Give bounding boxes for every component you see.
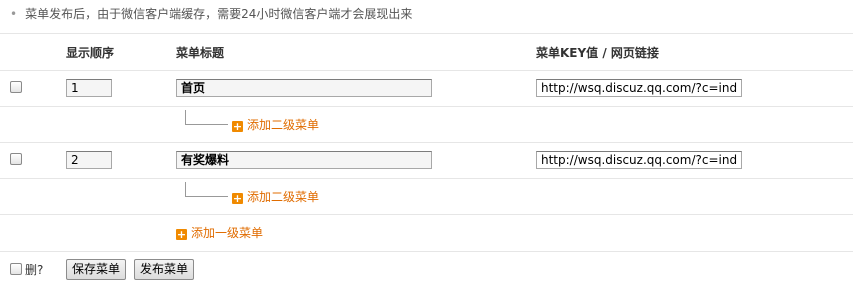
- add-top-menu-link[interactable]: + 添加一级菜单: [176, 226, 263, 240]
- plus-icon: +: [176, 228, 187, 241]
- row-select-checkbox[interactable]: [10, 153, 22, 165]
- column-header-order: 显示顺序: [66, 46, 115, 60]
- delete-label: 删?: [25, 263, 44, 277]
- divider: [0, 33, 853, 34]
- column-header-key: 菜单KEY值 / 网页链接: [536, 46, 659, 60]
- notice-label: 菜单发布后，由于微信客户端缓存，需要24小时微信客户端才会展现出来: [25, 7, 413, 21]
- notice-text: • 菜单发布后，由于微信客户端缓存，需要24小时微信客户端才会展现出来: [10, 5, 412, 22]
- menu-key-input[interactable]: http://wsq.discuz.qq.com/?c=ind: [536, 151, 742, 169]
- delete-checkbox[interactable]: [10, 263, 22, 275]
- column-header-title: 菜单标题: [176, 46, 225, 60]
- divider: [0, 214, 853, 215]
- bullet-icon: •: [10, 7, 18, 21]
- row-select-checkbox[interactable]: [10, 81, 22, 93]
- plus-icon: +: [232, 192, 243, 205]
- publish-menu-button[interactable]: 发布菜单: [134, 259, 195, 280]
- add-submenu-link[interactable]: + 添加二级菜单: [232, 190, 319, 204]
- add-submenu-label: 添加二级菜单: [247, 118, 320, 132]
- tree-connector: [185, 182, 228, 197]
- add-top-menu-label: 添加一级菜单: [191, 226, 264, 240]
- menu-title-input[interactable]: 有奖爆料: [176, 151, 432, 169]
- save-menu-button[interactable]: 保存菜单: [66, 259, 127, 280]
- order-input[interactable]: 2: [66, 151, 112, 169]
- order-input[interactable]: 1: [66, 79, 112, 97]
- plus-icon: +: [232, 120, 243, 133]
- divider: [0, 70, 853, 71]
- divider: [0, 178, 853, 179]
- menu-key-input[interactable]: http://wsq.discuz.qq.com/?c=ind: [536, 79, 742, 97]
- menu-title-input[interactable]: 首页: [176, 79, 432, 97]
- divider: [0, 142, 853, 143]
- add-submenu-label: 添加二级菜单: [247, 190, 320, 204]
- divider: [0, 106, 853, 107]
- add-submenu-link[interactable]: + 添加二级菜单: [232, 118, 319, 132]
- divider: [0, 251, 853, 252]
- tree-connector: [185, 110, 228, 125]
